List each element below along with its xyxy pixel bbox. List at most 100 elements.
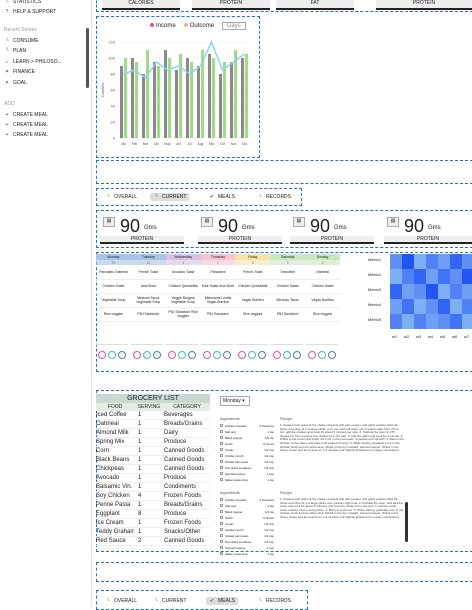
bar-outcome[interactable] (135, 62, 139, 138)
checkbox[interactable] (220, 436, 223, 439)
ingredient-row[interactable]: Garlic 3 cloves (220, 442, 274, 446)
planner-meal-cell[interactable]: Mexican Tacos Vegetable Soup (130, 293, 166, 308)
bar-outcome[interactable] (223, 62, 227, 138)
heatmap-cell[interactable] (438, 299, 450, 314)
bar-outcome[interactable] (245, 54, 249, 138)
grocery-row[interactable]: Teddy Grahams 1 Snacks/Other (96, 528, 210, 537)
heatmap-cell[interactable] (462, 269, 472, 284)
heatmap-cell[interactable] (402, 284, 414, 299)
checkbox[interactable] (220, 454, 223, 457)
checkbox[interactable] (220, 472, 223, 475)
heatmap-cell[interactable] (390, 284, 402, 299)
planner-meal-cell[interactable]: Chicken Salad (270, 279, 306, 294)
sidebar-scrollbar[interactable] (86, 28, 89, 88)
legend-income[interactable]: Income (150, 23, 176, 29)
ingredient-row[interactable]: Black pepper 1/2 tsp (220, 510, 274, 514)
ingredient-row[interactable]: Chicken broth 1/2 cup (220, 528, 274, 532)
planner-meal-cell[interactable]: PBJ Sandwich (130, 307, 166, 322)
heatmap-cell[interactable] (450, 254, 462, 269)
ingredient-row[interactable]: Cream 1/2 cup (220, 448, 274, 452)
grocery-row[interactable]: Balsamic Vin. 1 Condiments (96, 483, 210, 492)
bar-income[interactable] (218, 74, 223, 138)
planner-meal-cell[interactable]: Oatmeal (305, 265, 340, 280)
heatmap-cell[interactable] (414, 269, 426, 284)
bar-income[interactable] (207, 54, 212, 138)
heatmap-cell[interactable] (414, 254, 426, 269)
planner-meal-cell[interactable]: Acai Bowl (130, 279, 166, 294)
sidebar-item-statistics[interactable]: └ STATISTICS (4, 0, 41, 6)
planner-meal-cell[interactable]: Mexican Tacos (270, 293, 306, 308)
checkbox[interactable] (220, 430, 223, 433)
checkbox[interactable] (220, 534, 223, 537)
checkbox[interactable] (220, 528, 223, 531)
heatmap-cell[interactable] (402, 314, 414, 329)
heatmap-cell[interactable] (438, 269, 450, 284)
ingredient-row[interactable]: Spinach leaves 1 cup (220, 546, 274, 550)
grocery-row[interactable]: Chickpeas 1 Canned Goods (96, 465, 210, 474)
grocery-row[interactable]: Eggplant 8 Produce (96, 510, 210, 519)
planner-meal-cell[interactable]: French Toast (235, 265, 271, 280)
bar-income[interactable] (196, 66, 201, 138)
heatmap-cell[interactable] (402, 269, 414, 284)
planner-meal-cell[interactable]: Veggie Burgers Vegetable Soup (165, 293, 201, 308)
heatmap-cell[interactable] (438, 284, 450, 299)
grocery-row[interactable]: Spring Mix 1 Produce (96, 438, 210, 447)
grocery-row[interactable]: Almond Milk 1 Dairy (96, 429, 210, 438)
checkbox[interactable] (220, 424, 223, 427)
heatmap-cell[interactable] (426, 254, 438, 269)
ingredient-row[interactable]: Italian seasoning 1 tsp (220, 478, 274, 482)
bar-income[interactable] (163, 50, 168, 138)
heatmap-cell[interactable] (462, 314, 472, 329)
ingredient-row[interactable]: Italian seasoning 1 tsp (220, 552, 274, 556)
planner-meal-cell[interactable]: Vegan Burritos (235, 293, 271, 308)
heatmap-cell[interactable] (426, 299, 438, 314)
recent-item[interactable]: └ PLAN (4, 47, 26, 56)
planner-meal-cell[interactable]: Chicken Salad (96, 279, 131, 294)
recent-item[interactable]: ⌂ LEARN > PHILOSO... (4, 57, 61, 66)
tab-overall[interactable]: └ OVERALL (102, 193, 140, 201)
heatmap-cell[interactable] (402, 299, 414, 314)
planner-meal-cell[interactable]: Chicken Quesadilla (165, 279, 201, 294)
planner-meal-cell[interactable]: Minnesota Lentils Vegan Burritos (200, 293, 236, 308)
planner-meal-cell[interactable]: Chicken Salad (305, 279, 340, 294)
tab-meals[interactable]: ✔ MEALS (206, 193, 238, 201)
grocery-row[interactable]: Black Beans 1 Canned Goods (96, 456, 210, 465)
ingredient-row[interactable]: Garlic 3 cloves (220, 516, 274, 520)
bar-income[interactable] (229, 62, 234, 138)
checkbox[interactable] (220, 516, 223, 519)
create-meal-button[interactable]: + CREATE MEAL (4, 120, 48, 129)
heatmap-cell[interactable] (426, 284, 438, 299)
ingredient-row[interactable]: Grated parmesan 1/2 cup (220, 534, 274, 538)
ingredient-row[interactable]: Grated parmesan 1/2 cup (220, 460, 274, 464)
checkbox[interactable] (220, 442, 223, 445)
heatmap-cell[interactable] (438, 314, 450, 329)
checkbox[interactable] (220, 552, 223, 555)
heatmap-cell[interactable] (390, 254, 402, 269)
checkbox[interactable] (220, 510, 223, 513)
tab-current[interactable]: └ CURRENT (150, 597, 189, 605)
planner-meal-cell[interactable]: Avocado Toast (165, 265, 201, 280)
checkbox[interactable] (220, 546, 223, 549)
tab-current[interactable]: └ CURRENT (150, 193, 190, 201)
checkbox[interactable] (220, 504, 223, 507)
day-select[interactable]: Monday ▾ (220, 396, 250, 406)
bar-income[interactable] (174, 70, 179, 138)
heatmap-cell[interactable] (390, 314, 402, 329)
grocery-row[interactable]: Oatmeal 1 Breads/Grains (96, 420, 210, 429)
checkbox[interactable] (220, 460, 223, 463)
planner-meal-cell[interactable]: PBJ Sandwich Rice veggies (165, 307, 201, 322)
ingredient-row[interactable]: Sun-dried tomatoes 1/3 cup (220, 466, 274, 470)
planner-meal-cell[interactable]: Vegan Burritos (305, 293, 340, 308)
grocery-row[interactable]: Soy Chicken 4 Frozen Foods (96, 492, 210, 501)
planner-meal-cell[interactable]: Smoothie (270, 265, 306, 280)
grocery-row[interactable]: Iced Coffee 1 Beverages (96, 411, 210, 420)
checkbox[interactable] (220, 466, 223, 469)
legend-outcome[interactable]: Outcome (183, 23, 214, 29)
heatmap-cell[interactable] (462, 299, 472, 314)
checkbox[interactable] (220, 522, 223, 525)
heatmap-cell[interactable] (450, 299, 462, 314)
ingredient-row[interactable]: Black pepper 1/2 tsp (220, 436, 274, 440)
checkbox[interactable] (220, 448, 223, 451)
heatmap-cell[interactable] (414, 284, 426, 299)
recent-item[interactable]: ✶ GOAL (4, 78, 27, 87)
